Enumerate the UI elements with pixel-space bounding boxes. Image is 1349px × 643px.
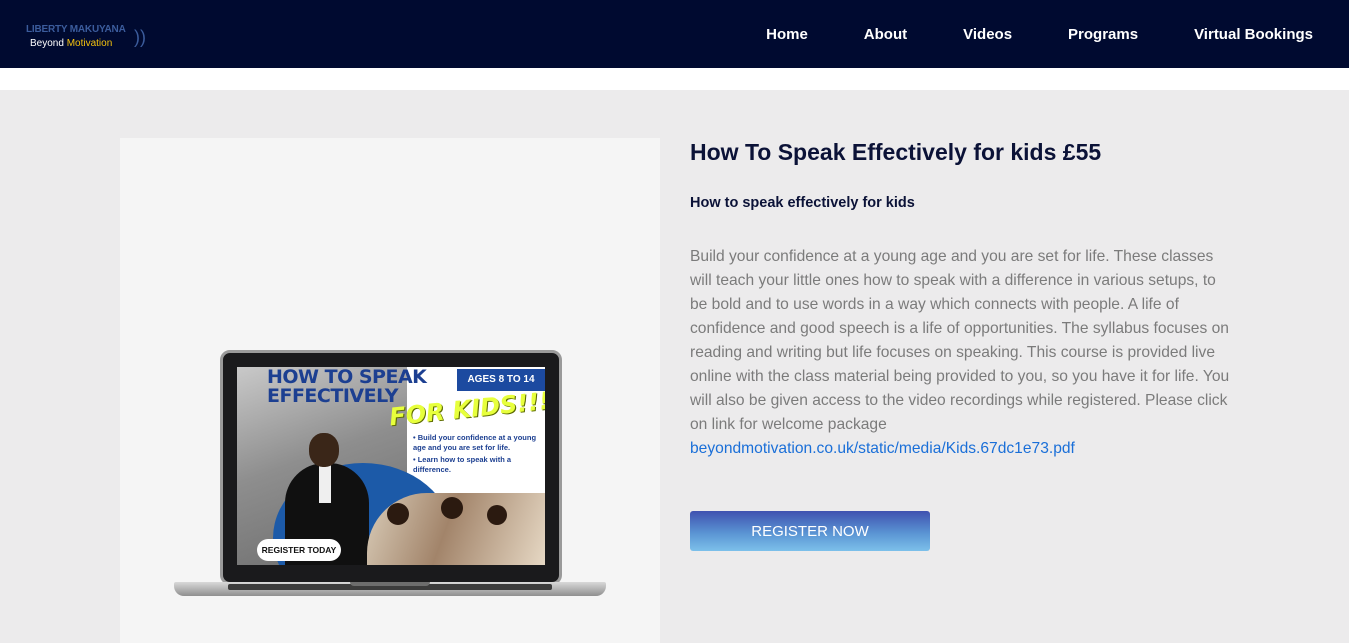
logo-name-bottom: Beyond Motivation [30, 38, 112, 49]
product-image-panel: HOW TO SPEAK EFFECTIVELY FOR KIDS!!! AGE… [120, 138, 660, 643]
product-title: How To Speak Effectively for kids £55 [690, 139, 1102, 165]
description-text: Build your confidence at a young age and… [690, 248, 1230, 433]
poster-register-today: REGISTER TODAY [257, 539, 341, 561]
laptop-mockup-image: HOW TO SPEAK EFFECTIVELY FOR KIDS!!! AGE… [174, 350, 606, 618]
poster-title-line2: EFFECTIVELY [267, 385, 398, 407]
product-description: Build your confidence at a young age and… [690, 245, 1230, 461]
nav-about[interactable]: About [864, 26, 907, 43]
poster-age-badge: AGES 8 TO 14 [457, 369, 545, 391]
nav-virtual-bookings[interactable]: Virtual Bookings [1194, 26, 1313, 43]
nav-programs[interactable]: Programs [1068, 26, 1138, 43]
poster-for-kids: FOR KIDS!!! [387, 386, 545, 432]
logo-name-top: LIBERTY MAKUYANA [26, 24, 126, 35]
brand-logo[interactable]: LIBERTY MAKUYANA Beyond Motivation )) [26, 24, 150, 52]
sound-waves-icon: )) [134, 27, 146, 47]
welcome-package-link[interactable]: beyondmotivation.co.uk/static/media/Kids… [690, 440, 1075, 457]
poster-bullets: • Build your confidence at a young age a… [413, 433, 545, 477]
poster-bullet: • Build your confidence at a young age a… [413, 433, 537, 452]
nav-home[interactable]: Home [766, 26, 808, 43]
logo-word-motivation: Motivation [66, 38, 113, 49]
main-nav: Home About Videos Programs Virtual Booki… [766, 0, 1313, 68]
kids-photo [367, 493, 545, 565]
promo-poster: HOW TO SPEAK EFFECTIVELY FOR KIDS!!! AGE… [237, 367, 545, 565]
laptop-notch [350, 582, 430, 586]
laptop-lid: HOW TO SPEAK EFFECTIVELY FOR KIDS!!! AGE… [220, 350, 562, 585]
register-now-button[interactable]: REGISTER NOW [690, 511, 930, 551]
top-navbar: LIBERTY MAKUYANA Beyond Motivation )) Ho… [0, 0, 1349, 68]
nav-videos[interactable]: Videos [963, 26, 1012, 43]
logo-word-beyond: Beyond [30, 38, 64, 49]
header-spacer [0, 68, 1349, 90]
product-subtitle: How to speak effectively for kids [690, 195, 915, 211]
poster-bullet: • Learn how to speak with a difference. [413, 455, 512, 474]
